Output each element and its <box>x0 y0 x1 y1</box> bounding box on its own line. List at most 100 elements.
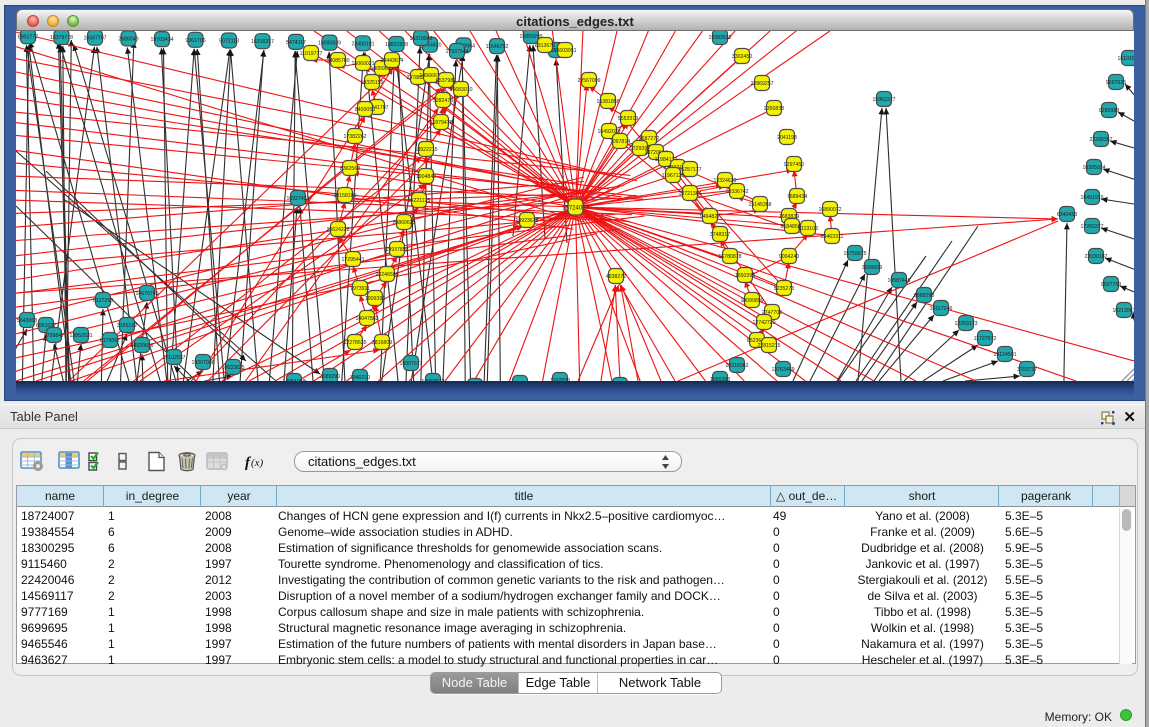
svg-text:3748317: 3748317 <box>710 232 730 238</box>
svg-text:12269173: 12269173 <box>954 321 977 327</box>
svg-text:4838272: 4838272 <box>606 274 626 280</box>
svg-text:3599909: 3599909 <box>862 265 882 271</box>
svg-text:15962377: 15962377 <box>872 97 895 103</box>
svg-text:7097814: 7097814 <box>610 139 630 145</box>
svg-text:8362568: 8362568 <box>340 166 360 172</box>
svg-text:8400050: 8400050 <box>355 107 375 113</box>
svg-text:19207008: 19207008 <box>191 360 214 366</box>
svg-text:(x): (x) <box>251 457 264 469</box>
svg-text:18379778: 18379778 <box>50 35 73 41</box>
svg-text:20316962: 20316962 <box>725 363 748 369</box>
svg-text:16927431: 16927431 <box>286 196 309 202</box>
svg-text:17260377: 17260377 <box>1080 224 1103 230</box>
svg-text:14221125: 14221125 <box>408 198 431 204</box>
svg-text:9297450: 9297450 <box>784 162 804 168</box>
svg-text:11727672: 11727672 <box>974 336 997 342</box>
svg-text:3703737: 3703737 <box>1017 367 1037 373</box>
svg-text:9295988: 9295988 <box>1099 108 1119 114</box>
svg-text:3155162: 3155162 <box>117 323 137 329</box>
svg-text:14676765: 14676765 <box>135 291 158 297</box>
svg-text:22396367: 22396367 <box>1089 137 1112 143</box>
svg-text:10117246: 10117246 <box>930 306 953 312</box>
svg-text:5643063: 5643063 <box>17 318 37 324</box>
svg-text:6113103: 6113103 <box>798 226 818 232</box>
svg-text:18821828: 18821828 <box>385 42 408 48</box>
svg-text:1909393: 1909393 <box>365 296 385 302</box>
svg-text:22567099: 22567099 <box>577 78 600 84</box>
svg-text:11019777: 11019777 <box>300 51 323 57</box>
svg-text:23443674: 23443674 <box>380 58 403 64</box>
svg-text:6901777: 6901777 <box>18 34 38 40</box>
svg-text:1904843: 1904843 <box>416 174 436 180</box>
svg-text:18922215: 18922215 <box>414 147 437 153</box>
svg-text:11646752: 11646752 <box>486 44 509 50</box>
svg-text:18724007: 18724007 <box>562 206 589 212</box>
svg-text:17937544: 17937544 <box>445 49 468 55</box>
svg-text:7689434: 7689434 <box>787 194 807 200</box>
svg-text:16101835: 16101835 <box>1117 56 1134 62</box>
svg-text:14920656: 14920656 <box>130 343 153 349</box>
svg-text:10587445: 10587445 <box>887 278 910 284</box>
svg-text:9027759: 9027759 <box>1101 282 1121 288</box>
svg-text:17295441: 17295441 <box>341 257 364 263</box>
svg-text:12102537: 12102537 <box>162 355 185 361</box>
svg-text:5282478: 5282478 <box>433 98 453 104</box>
svg-text:6537982: 6537982 <box>436 78 456 84</box>
svg-text:19325159: 19325159 <box>360 80 383 86</box>
svg-text:14047882: 14047882 <box>355 316 378 322</box>
svg-text:2041193: 2041193 <box>777 135 797 141</box>
svg-text:12742720: 12742720 <box>752 320 775 326</box>
svg-text:19937852: 19937852 <box>385 247 408 253</box>
svg-text:9697025: 9697025 <box>1106 80 1126 86</box>
svg-text:3302450: 3302450 <box>732 54 752 60</box>
svg-text:5235273: 5235273 <box>774 286 794 292</box>
svg-text:8759847: 8759847 <box>44 333 64 339</box>
svg-text:15319043: 15319043 <box>409 36 432 42</box>
svg-text:15381858: 15381858 <box>596 99 619 105</box>
svg-text:22815215: 22815215 <box>757 343 780 349</box>
svg-text:3089290: 3089290 <box>320 374 340 380</box>
svg-text:19099899: 19099899 <box>740 298 763 304</box>
svg-text:14085780: 14085780 <box>326 58 349 64</box>
svg-text:5072118: 5072118 <box>219 39 239 45</box>
svg-text:9004240: 9004240 <box>779 254 799 260</box>
svg-text:8179067: 8179067 <box>100 338 120 344</box>
svg-text:15624228: 15624228 <box>326 227 349 233</box>
svg-text:8868298: 8868298 <box>914 293 934 299</box>
svg-text:2685049: 2685049 <box>118 36 138 42</box>
svg-text:19124501: 19124501 <box>993 352 1016 358</box>
svg-text:23463311: 23463311 <box>821 234 844 240</box>
svg-text:19703434: 19703434 <box>150 37 173 43</box>
svg-text:10305024: 10305024 <box>1082 165 1105 171</box>
svg-text:23400191: 23400191 <box>351 41 374 47</box>
svg-text:9464827: 9464827 <box>700 214 720 220</box>
svg-text:16633825: 16633825 <box>221 365 244 371</box>
svg-text:11967125: 11967125 <box>662 173 685 179</box>
svg-text:17382262: 17382262 <box>343 134 366 140</box>
svg-text:1650395: 1650395 <box>735 273 755 279</box>
svg-text:22869257: 22869257 <box>750 81 773 87</box>
svg-text:13852531: 13852531 <box>69 333 92 339</box>
svg-text:16316317: 16316317 <box>251 39 274 45</box>
svg-text:10213961: 10213961 <box>1112 308 1134 314</box>
svg-text:16587707: 16587707 <box>83 36 106 42</box>
svg-text:6340453: 6340453 <box>1057 212 1077 218</box>
svg-text:15759675: 15759675 <box>843 251 866 257</box>
svg-text:13721364: 13721364 <box>678 191 701 197</box>
svg-text:19383532: 19383532 <box>708 35 731 41</box>
svg-text:18491919: 18491919 <box>1080 195 1103 201</box>
svg-text:12278635: 12278635 <box>343 340 366 346</box>
svg-text:16603951: 16603951 <box>553 48 576 54</box>
svg-text:16890072: 16890072 <box>818 207 841 213</box>
svg-text:9361706: 9361706 <box>185 38 205 44</box>
svg-text:10158189: 10158189 <box>333 193 356 199</box>
svg-text:16590839: 16590839 <box>318 41 341 47</box>
svg-text:19923678: 19923678 <box>515 218 538 224</box>
svg-text:15145368: 15145368 <box>748 202 771 208</box>
svg-text:20860625: 20860625 <box>392 220 415 226</box>
svg-text:13763469: 13763469 <box>771 367 794 373</box>
svg-text:6127293: 6127293 <box>93 298 113 304</box>
svg-text:2350838: 2350838 <box>764 106 784 112</box>
svg-text:8313676: 8313676 <box>535 43 555 49</box>
svg-text:21879478: 21879478 <box>429 120 452 126</box>
